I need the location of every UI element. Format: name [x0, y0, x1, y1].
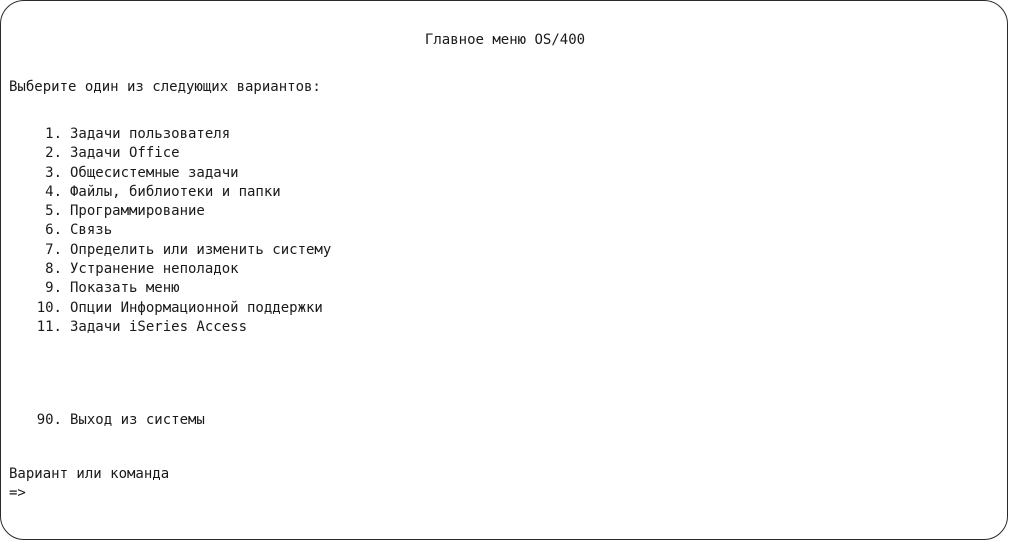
menu-option-number: 4. — [45, 183, 62, 200]
menu-option-label: Опции Информационной поддержки — [70, 299, 323, 316]
menu-option-label: Определить или изменить систему — [70, 241, 332, 258]
menu-options-list: 1. Задачи пользователя 2. Задачи Office … — [1, 125, 332, 337]
menu-option-label: Задачи пользователя — [70, 126, 231, 142]
menu-option-9[interactable]: 9. Показать меню — [1, 279, 331, 298]
menu-option-number: 1. — [45, 126, 62, 142]
menu-option-6[interactable]: 6. Связь — [1, 221, 331, 240]
menu-option-11[interactable]: 11. Задачи iSeries Access — [1, 318, 331, 337]
menu-option-label: Выход из системы — [70, 412, 205, 428]
menu-option-number: 3. — [45, 164, 62, 181]
menu-option-7[interactable]: 7. Определить или изменить систему — [1, 241, 331, 260]
terminal-screen: Главное меню OS/400 Выберите один из сле… — [0, 0, 1008, 540]
menu-option-label: Показать меню — [70, 280, 180, 297]
menu-option-4[interactable]: 4. Файлы, библиотеки и папки — [1, 183, 331, 202]
menu-option-number: 2. — [45, 145, 62, 162]
menu-option-label: Устранение неполадок — [70, 261, 239, 278]
menu-option-8[interactable]: 8. Устранение неполадок — [1, 260, 331, 279]
menu-option-number: 9. — [45, 280, 62, 297]
command-label: Вариант или команда — [9, 466, 170, 482]
menu-option-number: 6. — [45, 222, 62, 239]
menu-option-number: 11. — [36, 318, 62, 335]
menu-option-90-sign-off[interactable]: 90. Выход из системы — [1, 411, 205, 430]
menu-option-number: 10. — [36, 299, 62, 316]
menu-option-label: Связь — [70, 222, 113, 239]
screen-title: Главное меню OS/400 — [424, 32, 586, 48]
menu-option-10[interactable]: 10. Опции Информационной поддержки — [1, 299, 331, 318]
menu-option-1[interactable]: 1. Задачи пользователя — [1, 125, 331, 144]
menu-option-label: Задачи Office — [70, 145, 180, 162]
menu-option-number: 7. — [45, 241, 62, 258]
instruction-text: Выберите один из следующих вариантов: — [9, 79, 321, 95]
command-input[interactable] — [25, 484, 914, 503]
menu-option-3[interactable]: 3. Общесистемные задачи — [1, 164, 331, 183]
menu-option-5[interactable]: 5. Программирование — [1, 202, 331, 221]
menu-option-number: 90. — [36, 412, 62, 428]
command-prompt: => — [9, 485, 26, 501]
menu-option-label: Программирование — [70, 203, 205, 220]
menu-option-2[interactable]: 2. Задачи Office — [1, 144, 331, 163]
menu-option-number: 5. — [45, 203, 62, 220]
menu-option-label: Задачи iSeries Access — [70, 318, 248, 335]
menu-option-label: Файлы, библиотеки и папки — [70, 183, 281, 200]
menu-option-label: Общесистемные задачи — [70, 164, 239, 181]
command-line: => — [9, 484, 914, 503]
menu-option-number: 8. — [45, 261, 62, 278]
